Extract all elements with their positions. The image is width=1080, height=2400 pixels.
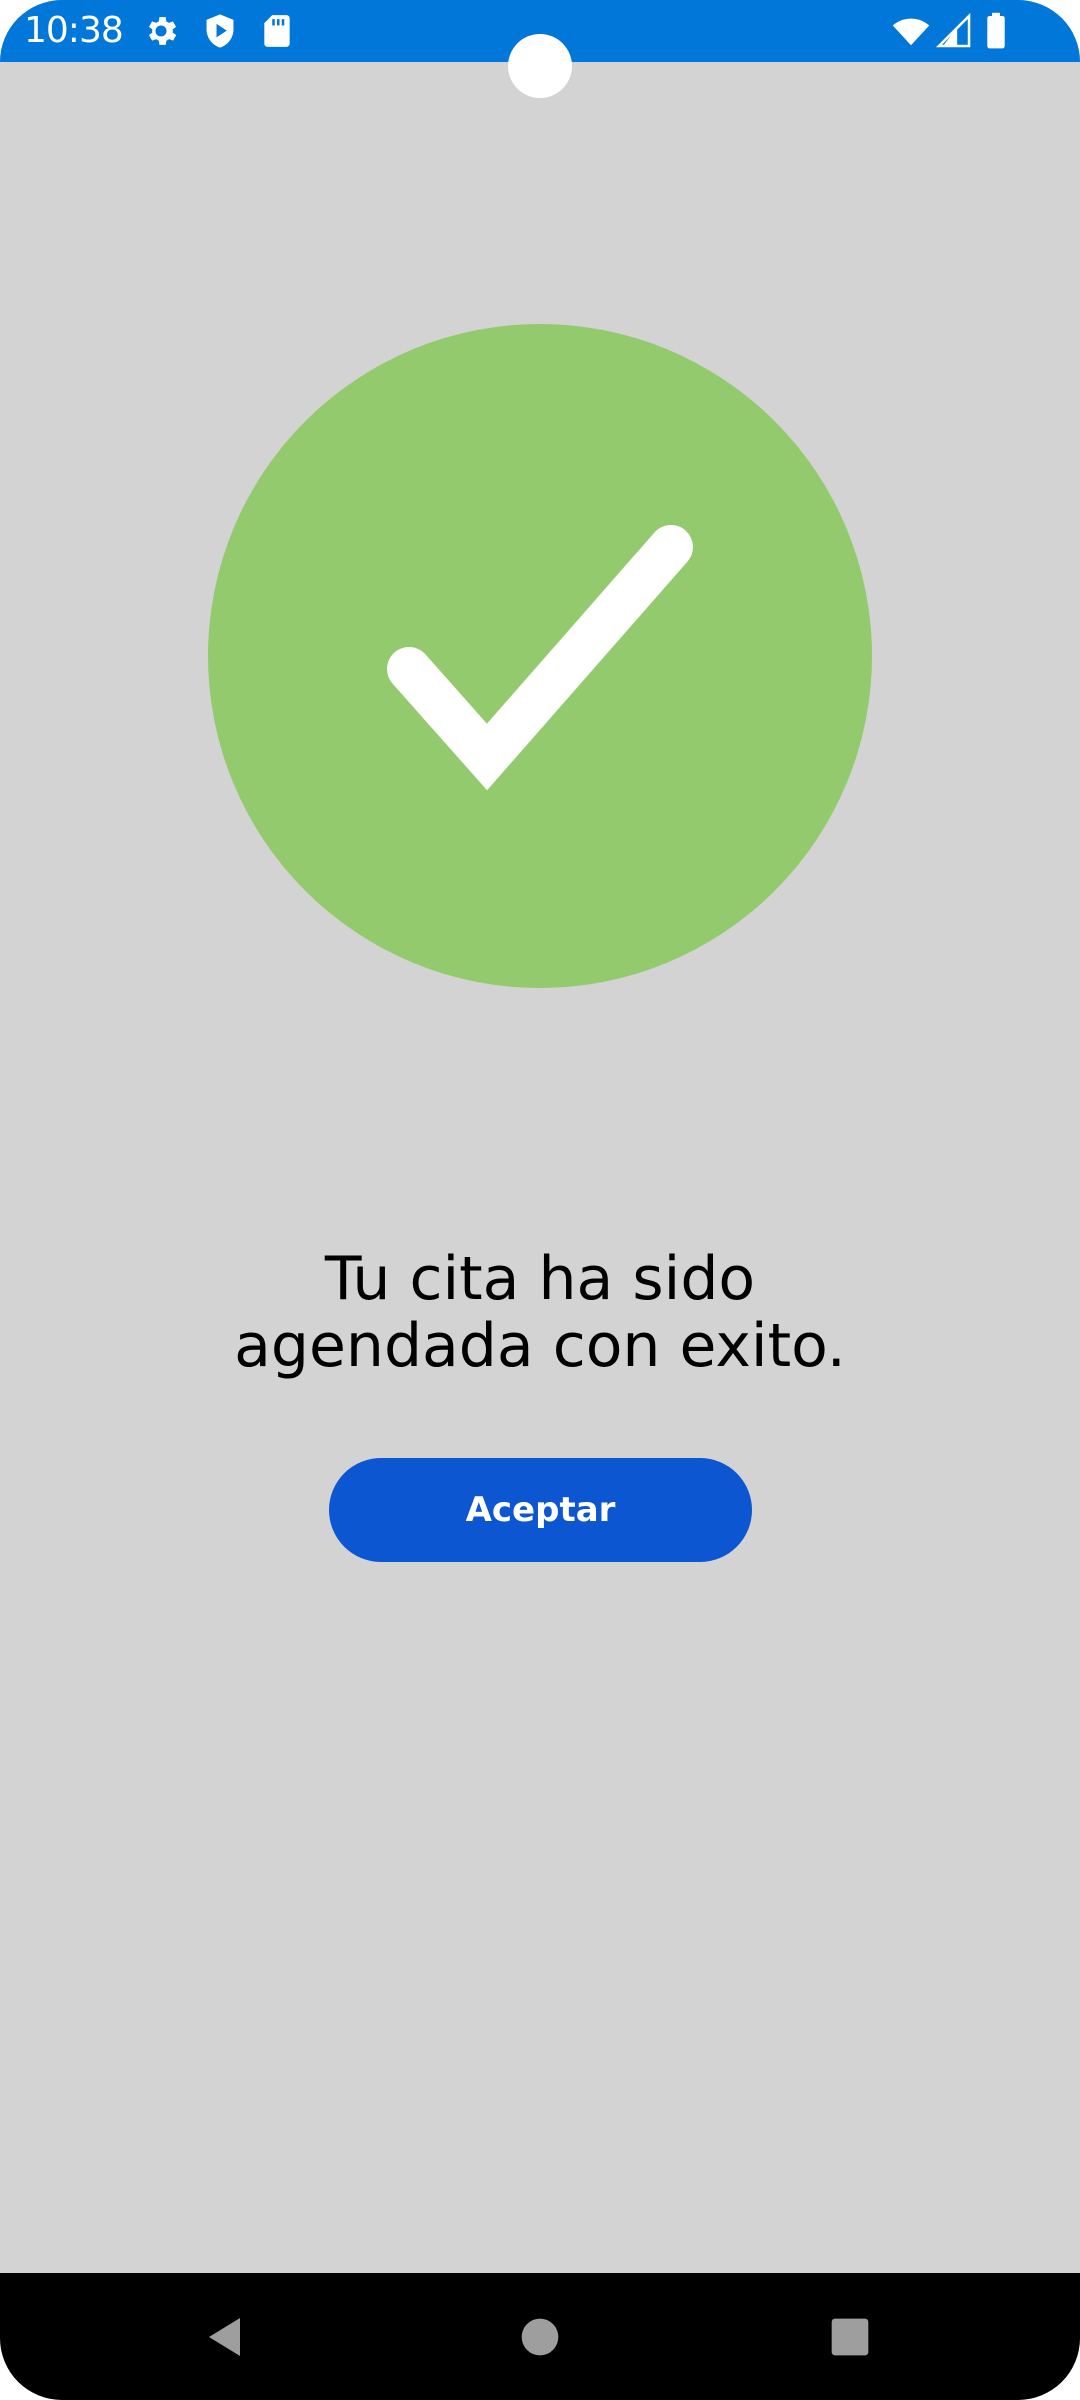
checkmark-icon [387,525,693,791]
success-circle [208,324,872,988]
battery-icon [982,12,1010,50]
sd-card-icon [258,12,296,50]
recents-button[interactable] [790,2273,910,2400]
cell-signal-icon [935,12,973,50]
wifi-icon [891,12,931,50]
navigation-bar [0,2273,1080,2400]
home-button[interactable] [480,2273,600,2400]
accept-button[interactable]: Aceptar [329,1458,752,1562]
camera-cutout [508,34,572,98]
status-time: 10:38 [24,10,124,51]
shield-play-icon [201,12,239,50]
phone-screen: 10:38 Tu cita ha sido agendada con exito… [0,0,1080,2400]
back-button[interactable] [166,2273,286,2400]
home-icon [521,2318,559,2355]
settings-gear-icon [142,12,180,50]
back-icon [209,2317,240,2356]
success-message: Tu cita ha sido agendada con exito. [234,1244,846,1381]
recents-icon [831,2318,869,2355]
